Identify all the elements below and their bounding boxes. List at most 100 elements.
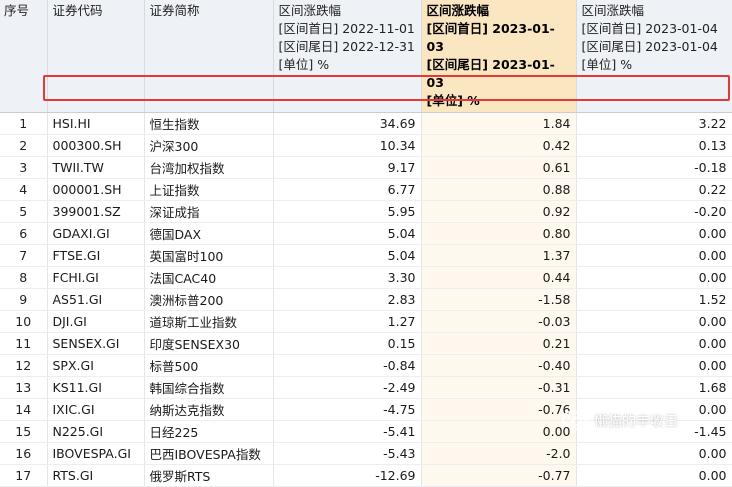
security-name[interactable]: 法国CAC40 bbox=[144, 266, 274, 289]
table-row[interactable]: 7 FTSE.GI 英国富时100 5.04 1.37 0.00 bbox=[0, 244, 732, 267]
security-name[interactable]: 俄罗斯RTS bbox=[144, 464, 274, 487]
security-code[interactable]: RTS.GI bbox=[47, 464, 145, 487]
range-2-change[interactable]: 0.61 bbox=[421, 156, 577, 179]
range-1-change[interactable]: -5.41 bbox=[273, 420, 422, 443]
header-range-1[interactable]: 区间涨跌幅 [区间首日] 2022-11-01 [区间尾日] 2022-12-3… bbox=[273, 0, 422, 113]
table-row[interactable]: 4 000001.SH 上证指数 6.77 0.88 0.22 bbox=[0, 178, 732, 201]
security-code[interactable]: GDAXI.GI bbox=[47, 222, 145, 245]
range-1-change[interactable]: 3.30 bbox=[273, 266, 422, 289]
range-1-change[interactable]: 9.17 bbox=[273, 156, 422, 179]
security-name[interactable]: 印度SENSEX30 bbox=[144, 332, 274, 355]
table-row[interactable]: 9 AS51.GI 澳洲标普200 2.83 -1.58 1.52 bbox=[0, 288, 732, 311]
security-name[interactable]: 德国DAX bbox=[144, 222, 274, 245]
security-name[interactable]: 标普500 bbox=[144, 354, 274, 377]
range-2-change[interactable]: 0.92 bbox=[421, 200, 577, 223]
table-row[interactable]: 17 RTS.GI 俄罗斯RTS -12.69 -0.77 0.00 bbox=[0, 464, 732, 487]
row-index[interactable]: 14 bbox=[0, 398, 48, 421]
range-1-change[interactable]: 34.69 bbox=[273, 112, 422, 135]
security-code[interactable]: DJI.GI bbox=[47, 310, 145, 333]
range-3-change[interactable]: -0.18 bbox=[576, 156, 732, 179]
range-3-change[interactable]: 0.13 bbox=[576, 134, 732, 157]
range-2-change[interactable]: -1.58 bbox=[421, 288, 577, 311]
row-index[interactable]: 10 bbox=[0, 310, 48, 333]
security-code[interactable]: 000001.SH bbox=[47, 178, 145, 201]
row-index[interactable]: 8 bbox=[0, 266, 48, 289]
security-code[interactable]: 000300.SH bbox=[47, 134, 145, 157]
range-2-change[interactable]: -0.03 bbox=[421, 310, 577, 333]
range-1-change[interactable]: 5.95 bbox=[273, 200, 422, 223]
security-code[interactable]: HSI.HI bbox=[47, 112, 145, 135]
range-2-change[interactable]: 0.21 bbox=[421, 332, 577, 355]
range-3-change[interactable]: 3.22 bbox=[576, 112, 732, 135]
table-row[interactable]: 2 000300.SH 沪深300 10.34 0.42 0.13 bbox=[0, 134, 732, 157]
header-range-3[interactable]: 区间涨跌幅 [区间首日] 2023-01-04 [区间尾日] 2023-01-0… bbox=[576, 0, 732, 113]
range-2-change[interactable]: 0.44 bbox=[421, 266, 577, 289]
security-name[interactable]: 道琼斯工业指数 bbox=[144, 310, 274, 333]
security-code[interactable]: KS11.GI bbox=[47, 376, 145, 399]
row-index[interactable]: 4 bbox=[0, 178, 48, 201]
security-name[interactable]: 上证指数 bbox=[144, 178, 274, 201]
range-3-change[interactable]: -0.20 bbox=[576, 200, 732, 223]
row-index[interactable]: 13 bbox=[0, 376, 48, 399]
security-code[interactable]: IXIC.GI bbox=[47, 398, 145, 421]
range-2-change[interactable]: -0.77 bbox=[421, 464, 577, 487]
range-3-change[interactable]: 0.22 bbox=[576, 178, 732, 201]
range-3-change[interactable]: 0.00 bbox=[576, 244, 732, 267]
range-3-change[interactable]: 0.00 bbox=[576, 222, 732, 245]
header-range-2[interactable]: 区间涨跌幅 [区间首日] 2023-01-03 [区间尾日] 2023-01-0… bbox=[421, 0, 577, 113]
range-3-change[interactable]: 0.00 bbox=[576, 266, 732, 289]
row-index[interactable]: 7 bbox=[0, 244, 48, 267]
table-row[interactable]: 10 DJI.GI 道琼斯工业指数 1.27 -0.03 0.00 bbox=[0, 310, 732, 333]
range-1-change[interactable]: 2.83 bbox=[273, 288, 422, 311]
table-row[interactable]: 3 TWII.TW 台湾加权指数 9.17 0.61 -0.18 bbox=[0, 156, 732, 179]
security-code[interactable]: FCHI.GI bbox=[47, 266, 145, 289]
range-3-change[interactable]: 1.52 bbox=[576, 288, 732, 311]
row-index[interactable]: 11 bbox=[0, 332, 48, 355]
range-2-change[interactable]: -0.31 bbox=[421, 376, 577, 399]
security-code[interactable]: N225.GI bbox=[47, 420, 145, 443]
table-row[interactable]: 11 SENSEX.GI 印度SENSEX30 0.15 0.21 0.00 bbox=[0, 332, 732, 355]
security-code[interactable]: TWII.TW bbox=[47, 156, 145, 179]
range-2-change[interactable]: 0.88 bbox=[421, 178, 577, 201]
security-name[interactable]: 澳洲标普200 bbox=[144, 288, 274, 311]
security-name[interactable]: 台湾加权指数 bbox=[144, 156, 274, 179]
security-name[interactable]: 英国富时100 bbox=[144, 244, 274, 267]
table-row[interactable]: 13 KS11.GI 韩国综合指数 -2.49 -0.31 1.68 bbox=[0, 376, 732, 399]
range-1-change[interactable]: -12.69 bbox=[273, 464, 422, 487]
security-name[interactable]: 恒生指数 bbox=[144, 112, 274, 135]
range-3-change[interactable]: 0.00 bbox=[576, 464, 732, 487]
range-2-change[interactable]: 1.84 bbox=[421, 112, 577, 135]
header-name[interactable]: 证券简称 bbox=[144, 0, 274, 113]
range-1-change[interactable]: 5.04 bbox=[273, 244, 422, 267]
security-name[interactable]: 纳斯达克指数 bbox=[144, 398, 274, 421]
row-index[interactable]: 6 bbox=[0, 222, 48, 245]
row-index[interactable]: 3 bbox=[0, 156, 48, 179]
security-code[interactable]: 399001.SZ bbox=[47, 200, 145, 223]
range-1-change[interactable]: 5.04 bbox=[273, 222, 422, 245]
security-name[interactable]: 沪深300 bbox=[144, 134, 274, 157]
range-1-change[interactable]: 0.15 bbox=[273, 332, 422, 355]
row-index[interactable]: 17 bbox=[0, 464, 48, 487]
row-index[interactable]: 12 bbox=[0, 354, 48, 377]
range-3-change[interactable]: 0.00 bbox=[576, 354, 732, 377]
range-1-change[interactable]: -4.75 bbox=[273, 398, 422, 421]
range-2-change[interactable]: 0.80 bbox=[421, 222, 577, 245]
range-2-change[interactable]: 1.37 bbox=[421, 244, 577, 267]
row-index[interactable]: 1 bbox=[0, 112, 48, 135]
range-2-change[interactable]: 0.42 bbox=[421, 134, 577, 157]
row-index[interactable]: 5 bbox=[0, 200, 48, 223]
table-row[interactable]: 6 GDAXI.GI 德国DAX 5.04 0.80 0.00 bbox=[0, 222, 732, 245]
security-name[interactable]: 深证成指 bbox=[144, 200, 274, 223]
security-code[interactable]: SENSEX.GI bbox=[47, 332, 145, 355]
range-3-change[interactable]: 1.68 bbox=[576, 376, 732, 399]
table-row[interactable]: 8 FCHI.GI 法国CAC40 3.30 0.44 0.00 bbox=[0, 266, 732, 289]
header-seq[interactable]: 序号 bbox=[0, 0, 48, 113]
row-index[interactable]: 15 bbox=[0, 420, 48, 443]
security-name[interactable]: 韩国综合指数 bbox=[144, 376, 274, 399]
security-code[interactable]: SPX.GI bbox=[47, 354, 145, 377]
row-index[interactable]: 9 bbox=[0, 288, 48, 311]
range-3-change[interactable]: 0.00 bbox=[576, 310, 732, 333]
range-2-change[interactable]: -0.40 bbox=[421, 354, 577, 377]
range-3-change[interactable]: 0.00 bbox=[576, 332, 732, 355]
row-index[interactable]: 2 bbox=[0, 134, 48, 157]
